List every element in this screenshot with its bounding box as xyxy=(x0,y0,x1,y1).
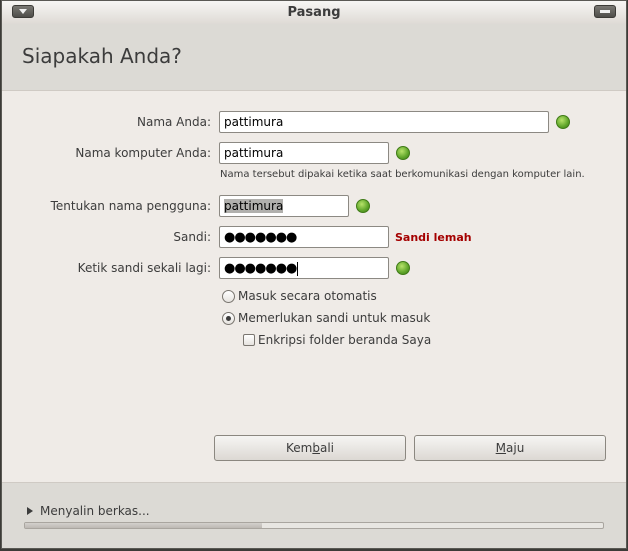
name-value: pattimura xyxy=(224,115,284,129)
confirm-password-input[interactable]: ●●●●●●● xyxy=(219,257,389,279)
page-header: Siapakah Anda? xyxy=(2,24,626,91)
require-password-radio[interactable] xyxy=(222,312,235,325)
title-bar: Pasang xyxy=(2,1,626,25)
progress-bar-fill xyxy=(25,523,262,528)
require-password-label[interactable]: Memerlukan sandi untuk masuk xyxy=(238,311,430,325)
computer-name-valid-icon xyxy=(396,146,410,160)
next-label-part: aju xyxy=(506,441,525,455)
back-mnemonic: b xyxy=(312,441,320,455)
expander-arrow-icon[interactable] xyxy=(27,507,33,515)
confirm-password-valid-icon xyxy=(396,261,410,275)
installer-window: Pasang Siapakah Anda? Nama Anda: pattimu… xyxy=(1,0,627,549)
computer-name-value: pattimura xyxy=(224,146,284,160)
auto-login-radio[interactable] xyxy=(222,290,235,303)
encrypt-home-checkbox[interactable] xyxy=(243,334,255,346)
confirm-password-value: ●●●●●●● xyxy=(224,261,297,276)
encrypt-home-label[interactable]: Enkripsi folder beranda Saya xyxy=(258,333,431,347)
minimize-icon xyxy=(600,10,610,13)
next-mnemonic: M xyxy=(495,441,507,455)
password-label: Sandi: xyxy=(173,230,211,244)
password-input[interactable]: ●●●●●●● xyxy=(219,226,389,248)
computer-name-hint: Nama tersebut dipakai ketika saat berkom… xyxy=(220,169,585,180)
back-label-part: ali xyxy=(319,441,334,455)
page-title: Siapakah Anda? xyxy=(22,44,182,68)
minimize-button[interactable] xyxy=(594,5,616,18)
name-input[interactable]: pattimura xyxy=(219,111,549,133)
computer-name-label: Nama komputer Anda: xyxy=(75,146,211,160)
progress-expander[interactable]: Menyalin berkas... xyxy=(40,504,150,518)
username-input[interactable]: pattimura xyxy=(219,195,349,217)
progress-footer: Menyalin berkas... xyxy=(2,482,626,548)
auto-login-label[interactable]: Masuk secara otomatis xyxy=(238,289,377,303)
text-caret xyxy=(297,261,299,276)
name-valid-icon xyxy=(556,115,570,129)
password-strength: Sandi lemah xyxy=(395,231,472,244)
back-button[interactable]: Kembali xyxy=(214,435,406,461)
next-button[interactable]: Maju xyxy=(414,435,606,461)
password-value: ●●●●●●● xyxy=(224,230,297,245)
confirm-password-label: Ketik sandi sekali lagi: xyxy=(77,261,211,275)
back-label-part: Kem xyxy=(286,441,313,455)
window-title: Pasang xyxy=(287,5,341,20)
name-label: Nama Anda: xyxy=(136,115,211,129)
computer-name-input[interactable]: pattimura xyxy=(219,142,389,164)
progress-bar xyxy=(24,522,604,529)
username-valid-icon xyxy=(356,199,370,213)
username-value: pattimura xyxy=(224,199,284,213)
username-label: Tentukan nama pengguna: xyxy=(50,199,211,213)
